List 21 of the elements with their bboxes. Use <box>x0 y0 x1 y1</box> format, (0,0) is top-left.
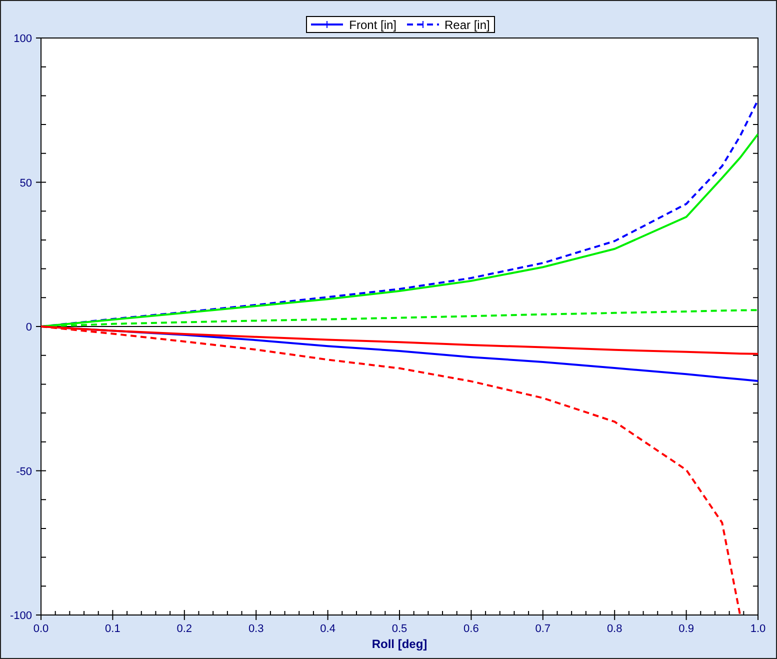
axis-tick-label: 0.6 <box>464 623 479 635</box>
axis-tick-label: 0.5 <box>392 623 408 635</box>
legend-label: Front [in] <box>349 18 396 32</box>
x-axis-title: Roll [deg] <box>372 637 428 651</box>
axis-tick-label: 0.4 <box>320 623 336 635</box>
axis-tick-label: -100 <box>10 610 32 622</box>
axis-tick-label: 50 <box>20 177 32 190</box>
axis-tick-label: -50 <box>16 466 32 478</box>
axis-tick-label: 0 <box>26 322 32 334</box>
axis-tick-label: 0.2 <box>176 623 192 635</box>
axis-tick-label: 1.0 <box>750 623 766 635</box>
axis-tick-label: 0.8 <box>606 623 622 635</box>
axis-tick-label: 0.3 <box>248 623 264 635</box>
axis-tick-label: 100 <box>14 33 32 45</box>
axis-tick-label: 0.9 <box>678 623 694 635</box>
axis-tick-label: 0.7 <box>535 623 551 635</box>
axis-tick-label: 0.0 <box>33 623 49 635</box>
legend-line-icon <box>311 21 344 28</box>
legend-label: Rear [in] <box>444 18 490 32</box>
axis-tick-label: 0.1 <box>105 623 120 635</box>
legend-line-icon <box>406 21 438 28</box>
